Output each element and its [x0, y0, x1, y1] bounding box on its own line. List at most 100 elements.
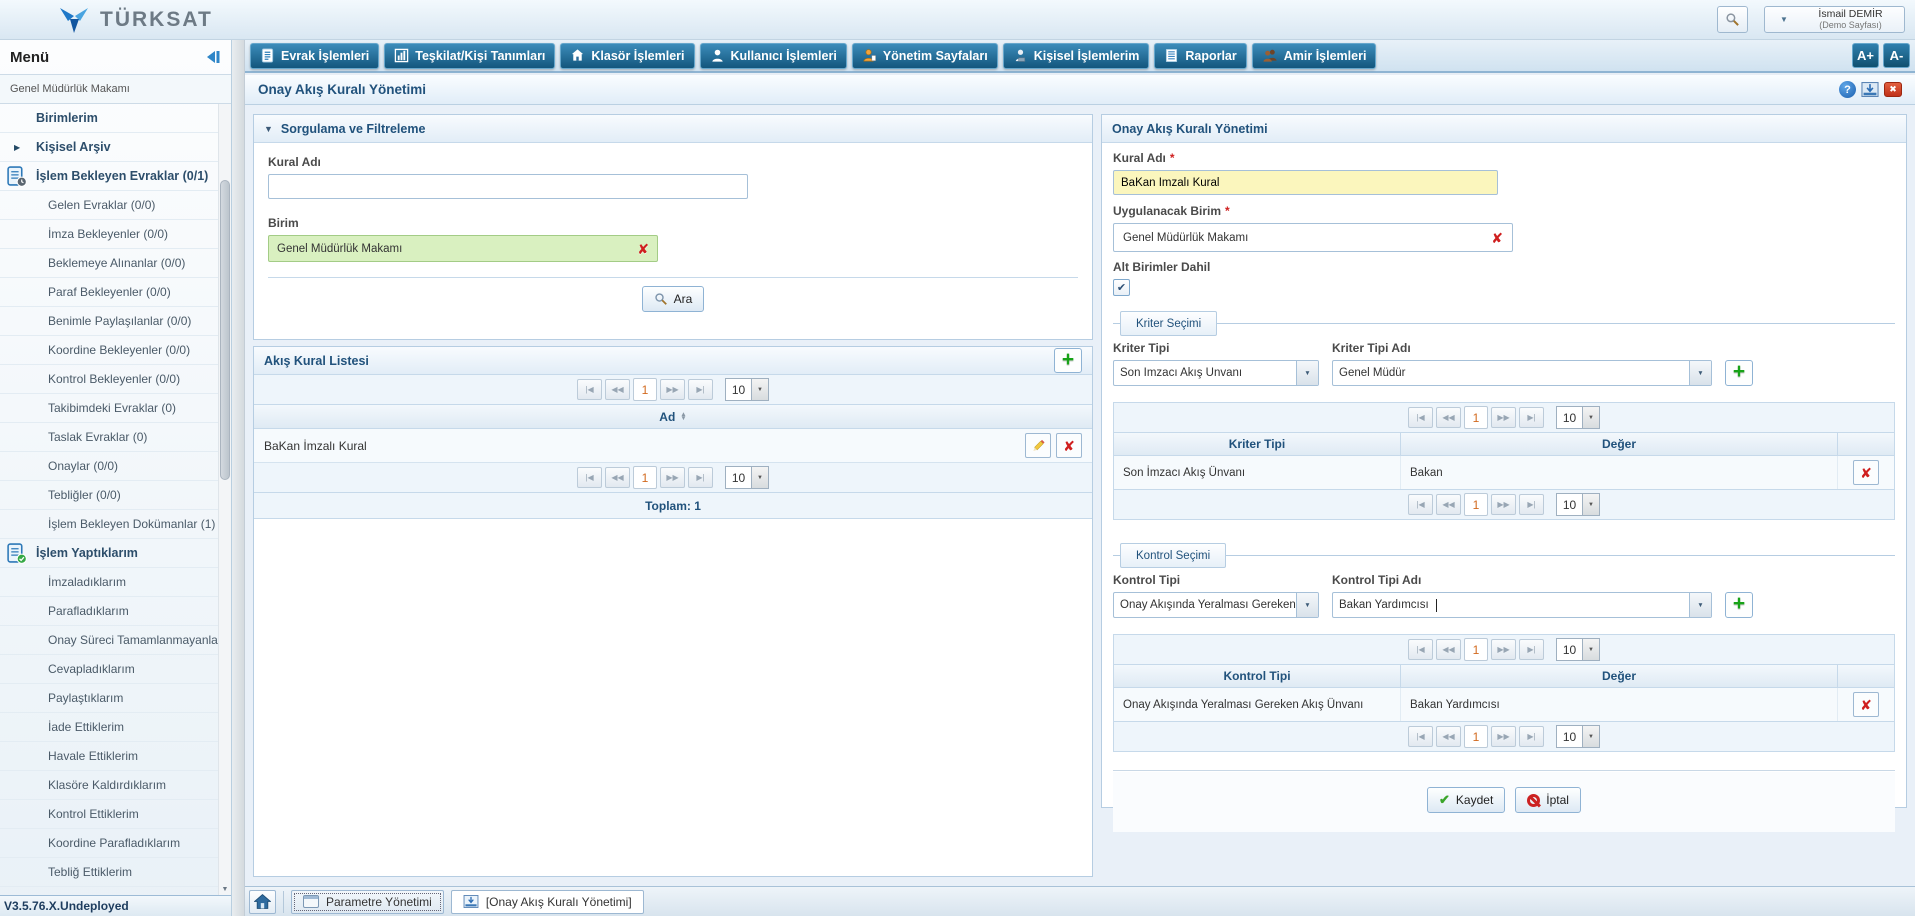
edit-rule-button[interactable]	[1025, 433, 1051, 458]
sidebar-item[interactable]: Onay Süreci Tamamlanmayanlar	[0, 626, 231, 655]
global-search-button[interactable]	[1717, 6, 1748, 33]
sidebar-item[interactable]: Benimle Paylaşılanlar (0/0)	[0, 307, 231, 336]
criteria-name-combo[interactable]: Genel Müdür ▼	[1332, 360, 1712, 386]
control-name-combo[interactable]: Bakan Yardımcısı ▼	[1332, 592, 1712, 618]
pager-first-button[interactable]: |◀	[1408, 494, 1433, 515]
nav-tab-3[interactable]: Klasör İşlemleri	[560, 43, 694, 69]
rule-list-column-header[interactable]: Ad ▲▼	[254, 405, 1092, 429]
page-size-select[interactable]: 10▼	[1556, 725, 1600, 748]
pager-next-button[interactable]: ▶▶	[1491, 726, 1516, 747]
pager-current-page[interactable]: 1	[633, 466, 657, 489]
scrollbar-down-icon[interactable]: ▼	[219, 886, 231, 893]
pager-last-button[interactable]: ▶|	[1519, 726, 1544, 747]
page-size-select[interactable]: 10▼	[1556, 493, 1600, 516]
page-size-select[interactable]: 10▼	[1556, 638, 1600, 661]
pager-prev-button[interactable]: ◀◀	[605, 467, 630, 488]
taskbar-tab-onay-akis[interactable]: [Onay Akış Kuralı Yönetimi]	[451, 890, 644, 914]
nav-tab-5[interactable]: Yönetim Sayfaları	[852, 43, 998, 69]
pager-prev-button[interactable]: ◀◀	[1436, 407, 1461, 428]
clear-target-unit-icon[interactable]: ✘	[1491, 231, 1503, 245]
chevron-down-icon[interactable]: ▼	[1689, 593, 1711, 617]
pager-last-button[interactable]: ▶|	[1519, 494, 1544, 515]
page-size-select[interactable]: 10▼	[1556, 406, 1600, 429]
nav-tab-1[interactable]: Evrak İşlemleri	[250, 43, 379, 69]
sidebar-item[interactable]: Gelen Evraklar (0/0)	[0, 191, 231, 220]
close-page-button[interactable]: ✖	[1884, 82, 1902, 97]
sidebar-item[interactable]: Tebliğler (0/0)	[0, 481, 231, 510]
pager-last-button[interactable]: ▶|	[688, 379, 713, 400]
nav-tab-6[interactable]: Kişisel İşlemlerim	[1003, 43, 1150, 69]
sidebar-item[interactable]: Klasöre Kaldırdıklarım	[0, 771, 231, 800]
cancel-button[interactable]: İptal	[1515, 787, 1581, 813]
add-rule-button[interactable]: +	[1054, 348, 1082, 373]
pager-next-button[interactable]: ▶▶	[1491, 639, 1516, 660]
pager-next-button[interactable]: ▶▶	[1491, 407, 1516, 428]
chevron-down-icon[interactable]: ▼	[1296, 361, 1318, 385]
chevron-down-icon[interactable]: ▼	[1689, 361, 1711, 385]
pager-last-button[interactable]: ▶|	[1519, 407, 1544, 428]
nav-tab-8[interactable]: Amir İşlemleri	[1252, 43, 1377, 69]
sidebar-item[interactable]: Cevapladıklarım	[0, 655, 231, 684]
sidebar-item[interactable]: Parafladıklarım	[0, 597, 231, 626]
sidebar-item[interactable]: Kontrol Ettiklerim	[0, 800, 231, 829]
pager-next-button[interactable]: ▶▶	[660, 379, 685, 400]
sidebar-item[interactable]: Onaylar (0/0)	[0, 452, 231, 481]
pager-next-button[interactable]: ▶▶	[660, 467, 685, 488]
sidebar-item[interactable]: Beklemeye Alınanlar (0/0)	[0, 249, 231, 278]
rule-name-filter-input[interactable]	[268, 174, 748, 199]
delete-control-button[interactable]: ✘	[1853, 692, 1879, 717]
sidebar-item[interactable]: Havale Ettiklerim	[0, 742, 231, 771]
pager-first-button[interactable]: |◀	[577, 379, 602, 400]
sidebar-item[interactable]: İmza Bekleyenler (0/0)	[0, 220, 231, 249]
page-size-select[interactable]: 10▼	[725, 466, 769, 489]
add-control-button[interactable]: +	[1725, 592, 1753, 618]
pager-next-button[interactable]: ▶▶	[1491, 494, 1516, 515]
sidebar-splitter[interactable]	[232, 40, 245, 916]
sidebar-item[interactable]: Koordine Parafladıklarım	[0, 829, 231, 858]
nav-tab-2[interactable]: Teşkilat/Kişi Tanımları	[384, 43, 555, 69]
pager-first-button[interactable]: |◀	[1408, 407, 1433, 428]
pager-current-page[interactable]: 1	[1464, 638, 1488, 661]
sidebar-item[interactable]: İşlem Yaptıklarım	[0, 539, 231, 568]
pager-prev-button[interactable]: ◀◀	[1436, 494, 1461, 515]
sidebar-item[interactable]: İşlem Bekleyen Dokümanlar (1)	[0, 510, 231, 539]
search-button[interactable]: Ara	[642, 286, 705, 312]
sidebar-item[interactable]: Tebliğ Ettiklerim	[0, 858, 231, 887]
sidebar-item[interactable]: ▶Kişisel Arşiv	[0, 133, 231, 162]
chevron-down-icon[interactable]: ▼	[1296, 593, 1318, 617]
sidebar-item[interactable]: Paylaştıklarım	[0, 684, 231, 713]
control-type-select[interactable]: Onay Akışında Yeralması Gereken A ▼	[1113, 592, 1319, 618]
help-button[interactable]: ?	[1839, 81, 1856, 98]
pager-prev-button[interactable]: ◀◀	[605, 379, 630, 400]
sidebar-item[interactable]: Koordine Bekleyenler (0/0)	[0, 336, 231, 365]
pager-first-button[interactable]: |◀	[1408, 639, 1433, 660]
delete-criteria-button[interactable]: ✘	[1853, 460, 1879, 485]
pager-first-button[interactable]: |◀	[1408, 726, 1433, 747]
criteria-row[interactable]: Son İmzacı Akış Ünvanı Bakan ✘	[1114, 456, 1894, 490]
home-button[interactable]	[249, 890, 276, 914]
delete-rule-button[interactable]: ✘	[1056, 433, 1082, 458]
sidebar-item[interactable]: Paraf Bekleyenler (0/0)	[0, 278, 231, 307]
nav-tab-7[interactable]: Raporlar	[1154, 43, 1246, 69]
save-button[interactable]: ✔ Kaydet	[1427, 787, 1505, 813]
user-menu[interactable]: ▼ İsmail DEMİR (Demo Sayfası)	[1764, 6, 1905, 33]
taskbar-tab-parametre[interactable]: Parametre Yönetimi	[291, 890, 444, 914]
pager-last-button[interactable]: ▶|	[688, 467, 713, 488]
pager-current-page[interactable]: 1	[1464, 406, 1488, 429]
rule-name-input[interactable]	[1113, 170, 1498, 195]
pager-current-page[interactable]: 1	[633, 378, 657, 401]
sidebar-item[interactable]: İşlem Bekleyen Evraklar (0/1)	[0, 162, 231, 191]
sidebar-scrollbar[interactable]: ▼	[218, 104, 231, 895]
page-size-select[interactable]: 10▼	[725, 378, 769, 401]
font-increase-button[interactable]: A+	[1852, 43, 1879, 68]
target-unit-field[interactable]: Genel Müdürlük Makamı ✘	[1113, 223, 1513, 252]
pager-last-button[interactable]: ▶|	[1519, 639, 1544, 660]
sidebar-item[interactable]: Birimlerim	[0, 104, 231, 133]
add-criteria-button[interactable]: +	[1725, 360, 1753, 386]
nav-tab-4[interactable]: Kullanıcı İşlemleri	[700, 43, 847, 69]
sidebar-collapse-button[interactable]	[204, 50, 221, 64]
sidebar-item[interactable]: Kontrol Bekleyenler (0/0)	[0, 365, 231, 394]
rule-row[interactable]: BaKan İmzalı Kural	[254, 429, 1092, 463]
font-decrease-button[interactable]: A-	[1883, 43, 1910, 68]
clear-unit-icon[interactable]: ✘	[637, 242, 649, 256]
